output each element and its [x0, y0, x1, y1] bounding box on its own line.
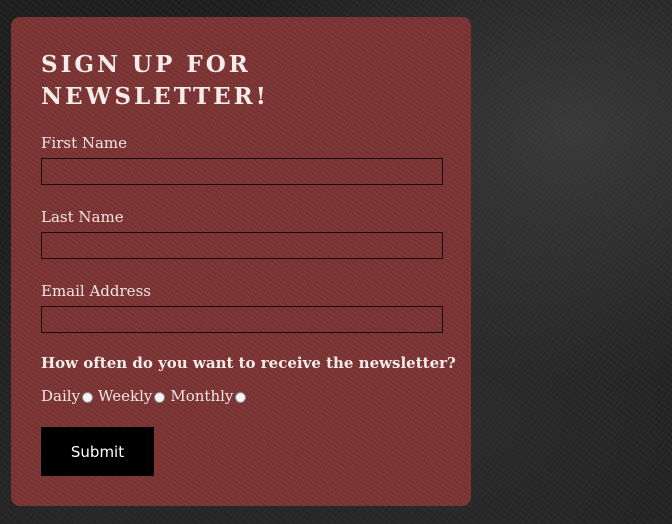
weekly-label: Weekly	[98, 387, 153, 405]
weekly-radio[interactable]	[154, 391, 166, 403]
monthly-radio[interactable]	[235, 391, 247, 403]
frequency-question: How often do you want to receive the new…	[41, 354, 456, 372]
frequency-options: Daily Weekly Monthly	[41, 387, 251, 405]
last-name-label: Last Name	[41, 208, 124, 226]
first-name-label: First Name	[41, 134, 128, 152]
form-title: Sign up for Newsletter!	[41, 51, 269, 110]
email-address-input[interactable]	[41, 306, 443, 333]
monthly-label: Monthly	[170, 387, 234, 405]
email-address-label: Email Address	[41, 282, 151, 300]
submit-button[interactable]: Submit	[41, 427, 154, 476]
last-name-input[interactable]	[41, 232, 443, 259]
daily-label: Daily	[41, 387, 81, 405]
first-name-input[interactable]	[41, 158, 443, 185]
newsletter-form-card: Sign up for Newsletter! First Name Last …	[11, 17, 471, 506]
daily-radio[interactable]	[82, 391, 94, 403]
